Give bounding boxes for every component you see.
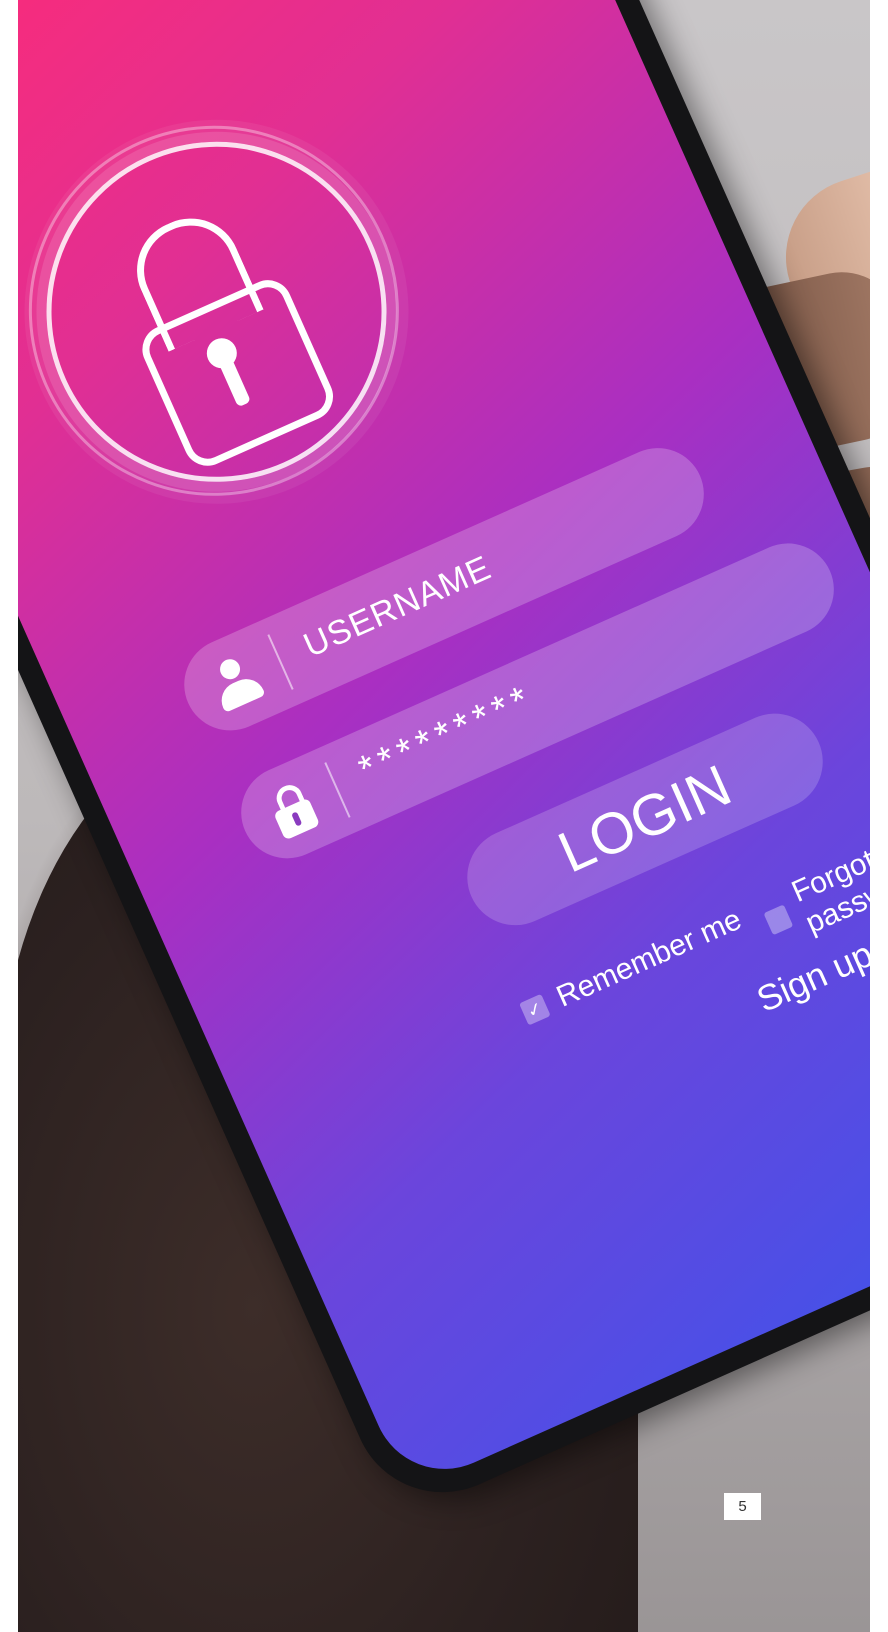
field-divider	[267, 634, 294, 690]
checkbox-icon	[763, 904, 793, 936]
username-value: USERNAME	[298, 548, 497, 665]
padlock-icon	[253, 770, 332, 849]
check-icon: ✓	[519, 993, 551, 1026]
page-number: 5	[724, 1493, 761, 1520]
field-divider	[324, 762, 351, 818]
remember-me-checkbox[interactable]: ✓ Remember me	[517, 903, 747, 1030]
sign-up-link[interactable]: Sign up	[751, 933, 870, 1021]
phone-photo: USERNAME ********* LOGIN ✓ Remember me F…	[18, 0, 870, 1632]
forgot-password-label: Forgot password	[786, 843, 870, 940]
forgot-password-link[interactable]: Forgot password	[755, 797, 870, 955]
user-icon	[196, 642, 275, 721]
password-value: *********	[352, 676, 541, 791]
remember-me-label: Remember me	[551, 902, 747, 1014]
